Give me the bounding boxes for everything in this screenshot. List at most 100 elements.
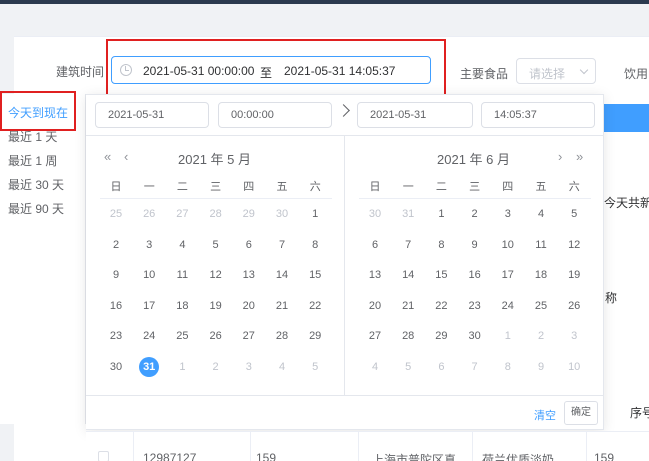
day-cell[interactable]: 17 (494, 265, 522, 285)
day-cell[interactable]: 5 (202, 235, 230, 255)
day-cell[interactable]: 6 (235, 235, 263, 255)
end-date-input[interactable]: 2021-05-31 (357, 102, 473, 128)
day-cell[interactable]: 18 (168, 296, 196, 316)
day-cell[interactable]: 1 (427, 204, 455, 224)
day-cell[interactable]: 19 (560, 265, 588, 285)
day-cell[interactable]: 7 (394, 235, 422, 255)
day-cell[interactable]: 4 (168, 235, 196, 255)
day-cell[interactable]: 28 (202, 204, 230, 224)
day-cell[interactable]: 8 (427, 235, 455, 255)
day-cell[interactable]: 21 (268, 296, 296, 316)
day-cell[interactable]: 26 (202, 326, 230, 346)
day-cell[interactable]: 25 (527, 296, 555, 316)
day-cell[interactable]: 31 (135, 356, 163, 377)
day-cell[interactable]: 7 (461, 357, 489, 377)
prev-month-icon[interactable]: ‹ (124, 149, 128, 164)
day-cell[interactable]: 29 (301, 326, 329, 346)
day-cell[interactable]: 19 (202, 296, 230, 316)
day-cell[interactable]: 11 (168, 265, 196, 285)
start-date-input[interactable]: 2021-05-31 (95, 102, 209, 128)
main-food-select[interactable]: 请选择 (516, 58, 596, 84)
shortcut-last-30-days[interactable]: 最近 30 天 (8, 176, 64, 193)
day-cell[interactable]: 22 (301, 296, 329, 316)
day-cell[interactable]: 3 (494, 204, 522, 224)
day-cell[interactable]: 5 (301, 357, 329, 377)
day-cell[interactable]: 15 (301, 265, 329, 285)
day-cell[interactable]: 13 (361, 265, 389, 285)
day-cell[interactable]: 29 (427, 326, 455, 346)
day-cell[interactable]: 7 (268, 235, 296, 255)
day-cell[interactable]: 2 (102, 235, 130, 255)
day-cell[interactable]: 24 (135, 326, 163, 346)
day-cell[interactable]: 30 (461, 326, 489, 346)
table-row[interactable]: 12987127 159 上海市普陀区真... 荷兰优质淡奶,... 159 (86, 431, 649, 461)
day-cell[interactable]: 9 (102, 265, 130, 285)
shortcut-last-1-week[interactable]: 最近 1 周 (8, 152, 57, 169)
day-cell[interactable]: 12 (202, 265, 230, 285)
day-cell[interactable]: 6 (361, 235, 389, 255)
day-cell[interactable]: 16 (102, 296, 130, 316)
day-cell[interactable]: 27 (168, 204, 196, 224)
day-cell[interactable]: 6 (427, 357, 455, 377)
day-cell[interactable]: 3 (560, 326, 588, 346)
day-cell[interactable]: 30 (361, 204, 389, 224)
day-cell[interactable]: 2 (202, 357, 230, 377)
row-checkbox[interactable] (98, 451, 109, 461)
clear-button[interactable]: 清空 (534, 407, 556, 423)
day-cell[interactable]: 26 (135, 204, 163, 224)
day-cell[interactable]: 20 (361, 296, 389, 316)
shortcut-last-90-days[interactable]: 最近 90 天 (8, 200, 64, 217)
day-cell[interactable]: 29 (235, 204, 263, 224)
day-cell[interactable]: 20 (235, 296, 263, 316)
day-cell[interactable]: 14 (394, 265, 422, 285)
day-cell[interactable]: 11 (527, 235, 555, 255)
day-cell[interactable]: 3 (135, 235, 163, 255)
day-cell[interactable]: 23 (102, 326, 130, 346)
day-cell[interactable]: 30 (268, 204, 296, 224)
end-time-input[interactable]: 14:05:37 (481, 102, 595, 128)
day-cell[interactable]: 28 (268, 326, 296, 346)
day-cell[interactable]: 25 (102, 204, 130, 224)
day-cell[interactable]: 14 (268, 265, 296, 285)
day-cell[interactable]: 3 (235, 357, 263, 377)
day-cell[interactable]: 22 (427, 296, 455, 316)
day-cell[interactable]: 5 (560, 204, 588, 224)
day-cell[interactable]: 1 (301, 204, 329, 224)
day-cell[interactable]: 9 (527, 357, 555, 377)
start-time-input[interactable]: 00:00:00 (218, 102, 332, 128)
day-cell[interactable]: 10 (560, 357, 588, 377)
day-cell[interactable]: 27 (361, 326, 389, 346)
day-cell[interactable]: 18 (527, 265, 555, 285)
day-cell[interactable]: 17 (135, 296, 163, 316)
day-cell[interactable]: 24 (494, 296, 522, 316)
confirm-button[interactable]: 确定 (564, 401, 598, 425)
day-cell[interactable]: 23 (461, 296, 489, 316)
day-cell[interactable]: 12 (560, 235, 588, 255)
day-cell[interactable]: 10 (135, 265, 163, 285)
day-cell[interactable]: 31 (394, 204, 422, 224)
day-cell[interactable]: 10 (494, 235, 522, 255)
day-cell[interactable]: 4 (361, 357, 389, 377)
day-cell[interactable]: 21 (394, 296, 422, 316)
day-cell[interactable]: 28 (394, 326, 422, 346)
day-cell[interactable]: 13 (235, 265, 263, 285)
day-cell[interactable]: 1 (494, 326, 522, 346)
day-cell[interactable]: 1 (168, 357, 196, 377)
next-month-icon[interactable]: › (558, 149, 562, 164)
day-cell[interactable]: 8 (494, 357, 522, 377)
next-year-icon[interactable]: » (576, 149, 583, 164)
day-cell[interactable]: 26 (560, 296, 588, 316)
search-button[interactable] (600, 104, 649, 132)
day-cell[interactable]: 4 (268, 357, 296, 377)
day-cell[interactable]: 15 (427, 265, 455, 285)
day-cell[interactable]: 16 (461, 265, 489, 285)
prev-year-icon[interactable]: « (104, 149, 111, 164)
day-cell[interactable]: 4 (527, 204, 555, 224)
day-cell[interactable]: 9 (461, 235, 489, 255)
day-cell[interactable]: 8 (301, 235, 329, 255)
day-cell[interactable]: 27 (235, 326, 263, 346)
day-cell[interactable]: 5 (394, 357, 422, 377)
day-cell[interactable]: 2 (461, 204, 489, 224)
day-cell[interactable]: 30 (102, 357, 130, 377)
day-cell[interactable]: 25 (168, 326, 196, 346)
